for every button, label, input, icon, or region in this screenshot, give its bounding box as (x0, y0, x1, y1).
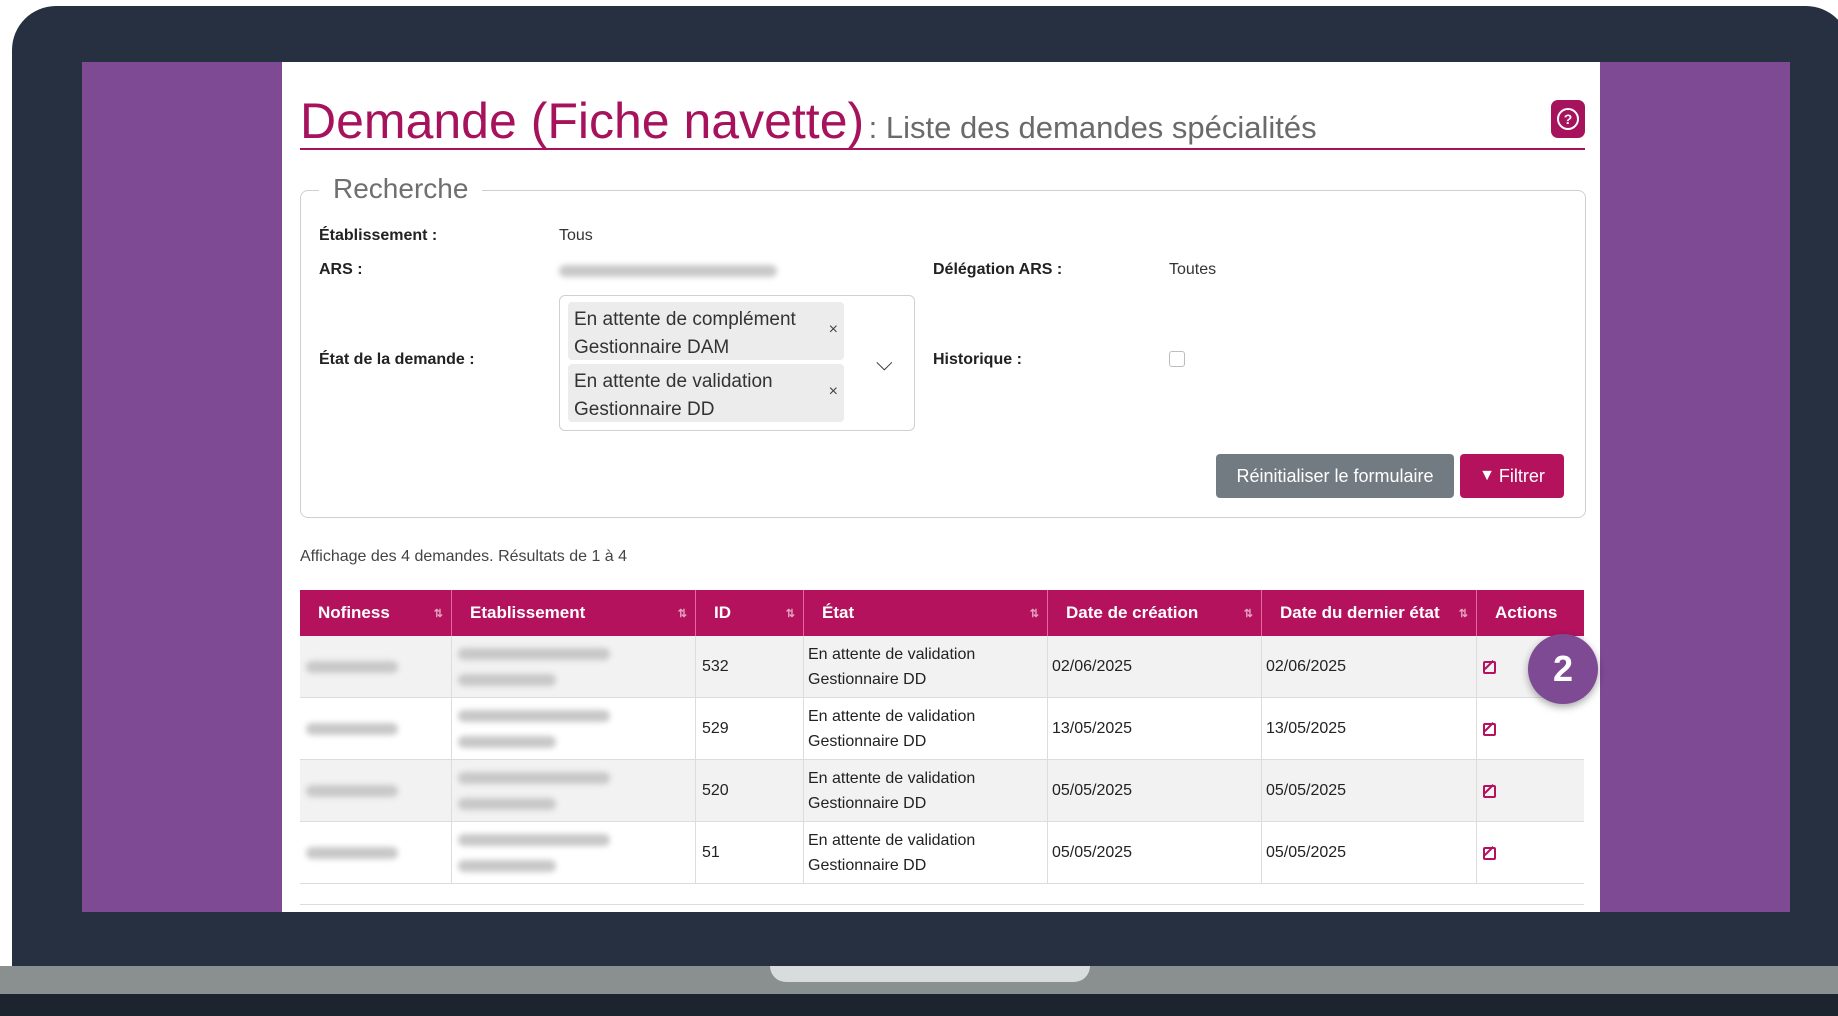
cell-date-dernier-etat: 05/05/2025 (1262, 822, 1477, 884)
etablissement-label: Établissement : (319, 227, 438, 244)
table-row: 51 En attente de validation Gestionnaire … (300, 822, 1584, 884)
cell-id: 51 (696, 822, 804, 884)
laptop-base-shadow (0, 994, 1838, 1016)
cell-date-creation: 02/06/2025 (1048, 636, 1262, 698)
cell-nofiness (300, 636, 452, 698)
cell-etat: En attente de validation Gestionnaire DD (804, 822, 1048, 884)
search-panel: Recherche Établissement : Tous ARS : Dél… (300, 173, 1586, 518)
cell-date-dernier-etat: 05/05/2025 (1262, 760, 1477, 822)
cell-id: 532 (696, 636, 804, 698)
cell-etat: En attente de validation Gestionnaire DD (804, 760, 1048, 822)
chevron-down-icon[interactable]: ⌵ (876, 350, 893, 376)
etat-label: État de la demande : (319, 351, 475, 368)
etat-multiselect[interactable]: En attente de complément Gestionnaire DA… (559, 295, 915, 431)
page-content: Demande (Fiche navette) : Liste des dema… (282, 62, 1600, 912)
historique-label: Historique : (933, 351, 1022, 368)
table-row: 529 En attente de validation Gestionnaire… (300, 698, 1584, 760)
filter-button[interactable]: ▼ Filtrer (1460, 454, 1564, 498)
column-header-nofiness[interactable]: Nofiness ⇅ (300, 590, 452, 636)
sort-icon: ⇅ (785, 607, 795, 620)
step-badge: 2 (1528, 634, 1598, 704)
divider (300, 904, 1584, 905)
chip-remove-icon[interactable]: × (829, 321, 838, 339)
ars-value-redacted (559, 265, 777, 277)
historique-checkbox[interactable] (1169, 351, 1185, 367)
edit-icon[interactable] (1483, 660, 1496, 674)
reset-button[interactable]: Réinitialiser le formulaire (1216, 454, 1454, 498)
sort-icon: ⇅ (1243, 607, 1253, 620)
delegation-label: Délégation ARS : (933, 261, 1063, 278)
cell-etat: En attente de validation Gestionnaire DD (804, 698, 1048, 760)
column-header-date-creation[interactable]: Date de création ⇅ (1048, 590, 1262, 636)
sort-icon: ⇅ (433, 607, 443, 620)
funnel-icon: ▼ (1479, 467, 1495, 484)
cell-date-dernier-etat: 13/05/2025 (1262, 698, 1477, 760)
cell-nofiness (300, 822, 452, 884)
edit-icon[interactable] (1483, 722, 1496, 736)
etat-chip: En attente de validation Gestionnaire DD… (568, 364, 844, 422)
edit-icon[interactable] (1483, 846, 1496, 860)
filter-button-label: Filtrer (1498, 465, 1545, 486)
etat-chip: En attente de complément Gestionnaire DA… (568, 302, 844, 360)
search-legend: Recherche (319, 173, 483, 205)
cell-etablissement (452, 760, 696, 822)
column-header-id[interactable]: ID ⇅ (696, 590, 804, 636)
sort-icon: ⇅ (1458, 607, 1468, 620)
column-header-etablissement[interactable]: Etablissement ⇅ (452, 590, 696, 636)
chip-remove-icon[interactable]: × (829, 383, 838, 401)
question-circle-icon: ? (1557, 108, 1579, 130)
etablissement-value[interactable]: Tous (559, 227, 593, 245)
laptop-notch (770, 966, 1090, 982)
page-header: Demande (Fiche navette) : Liste des dema… (300, 92, 1585, 150)
cell-actions (1477, 760, 1584, 822)
sort-icon: ⇅ (677, 607, 687, 620)
cell-actions (1477, 698, 1584, 760)
cell-date-dernier-etat: 02/06/2025 (1262, 636, 1477, 698)
cell-etablissement (452, 636, 696, 698)
results-summary: Affichage des 4 demandes. Résultats de 1… (300, 548, 628, 565)
table-row: 520 En attente de validation Gestionnaire… (300, 760, 1584, 822)
cell-etat: En attente de validation Gestionnaire DD (804, 636, 1048, 698)
cell-date-creation: 13/05/2025 (1048, 698, 1262, 760)
ars-label: ARS : (319, 261, 363, 278)
edit-icon[interactable] (1483, 784, 1496, 798)
chip-text-line2: Gestionnaire DD (574, 399, 715, 420)
cell-id: 520 (696, 760, 804, 822)
cell-id: 529 (696, 698, 804, 760)
column-header-etat[interactable]: État ⇅ (804, 590, 1048, 636)
table-row: 532 En attente de validation Gestionnaire… (300, 636, 1584, 698)
page-title: Demande (Fiche navette) (300, 93, 865, 149)
screen: Demande (Fiche navette) : Liste des dema… (82, 62, 1790, 912)
cell-actions (1477, 822, 1584, 884)
cell-nofiness (300, 760, 452, 822)
chip-text-line2: Gestionnaire DAM (574, 337, 730, 358)
cell-date-creation: 05/05/2025 (1048, 822, 1262, 884)
cell-nofiness (300, 698, 452, 760)
column-header-date-dernier-etat[interactable]: Date du dernier état ⇅ (1262, 590, 1477, 636)
cell-etablissement (452, 698, 696, 760)
help-button[interactable]: ? (1551, 100, 1585, 138)
table-header: Nofiness ⇅ Etablissement ⇅ ID ⇅ État ⇅ Date … (300, 590, 1584, 636)
chip-text-line1: En attente de validation (574, 371, 773, 392)
sort-icon: ⇅ (1029, 607, 1039, 620)
page-subtitle: : Liste des demandes spécialités (868, 110, 1317, 145)
cell-date-creation: 05/05/2025 (1048, 760, 1262, 822)
delegation-value[interactable]: Toutes (1169, 261, 1216, 279)
column-header-actions: Actions (1495, 603, 1558, 622)
cell-etablissement (452, 822, 696, 884)
chip-text-line1: En attente de complément (574, 309, 796, 330)
